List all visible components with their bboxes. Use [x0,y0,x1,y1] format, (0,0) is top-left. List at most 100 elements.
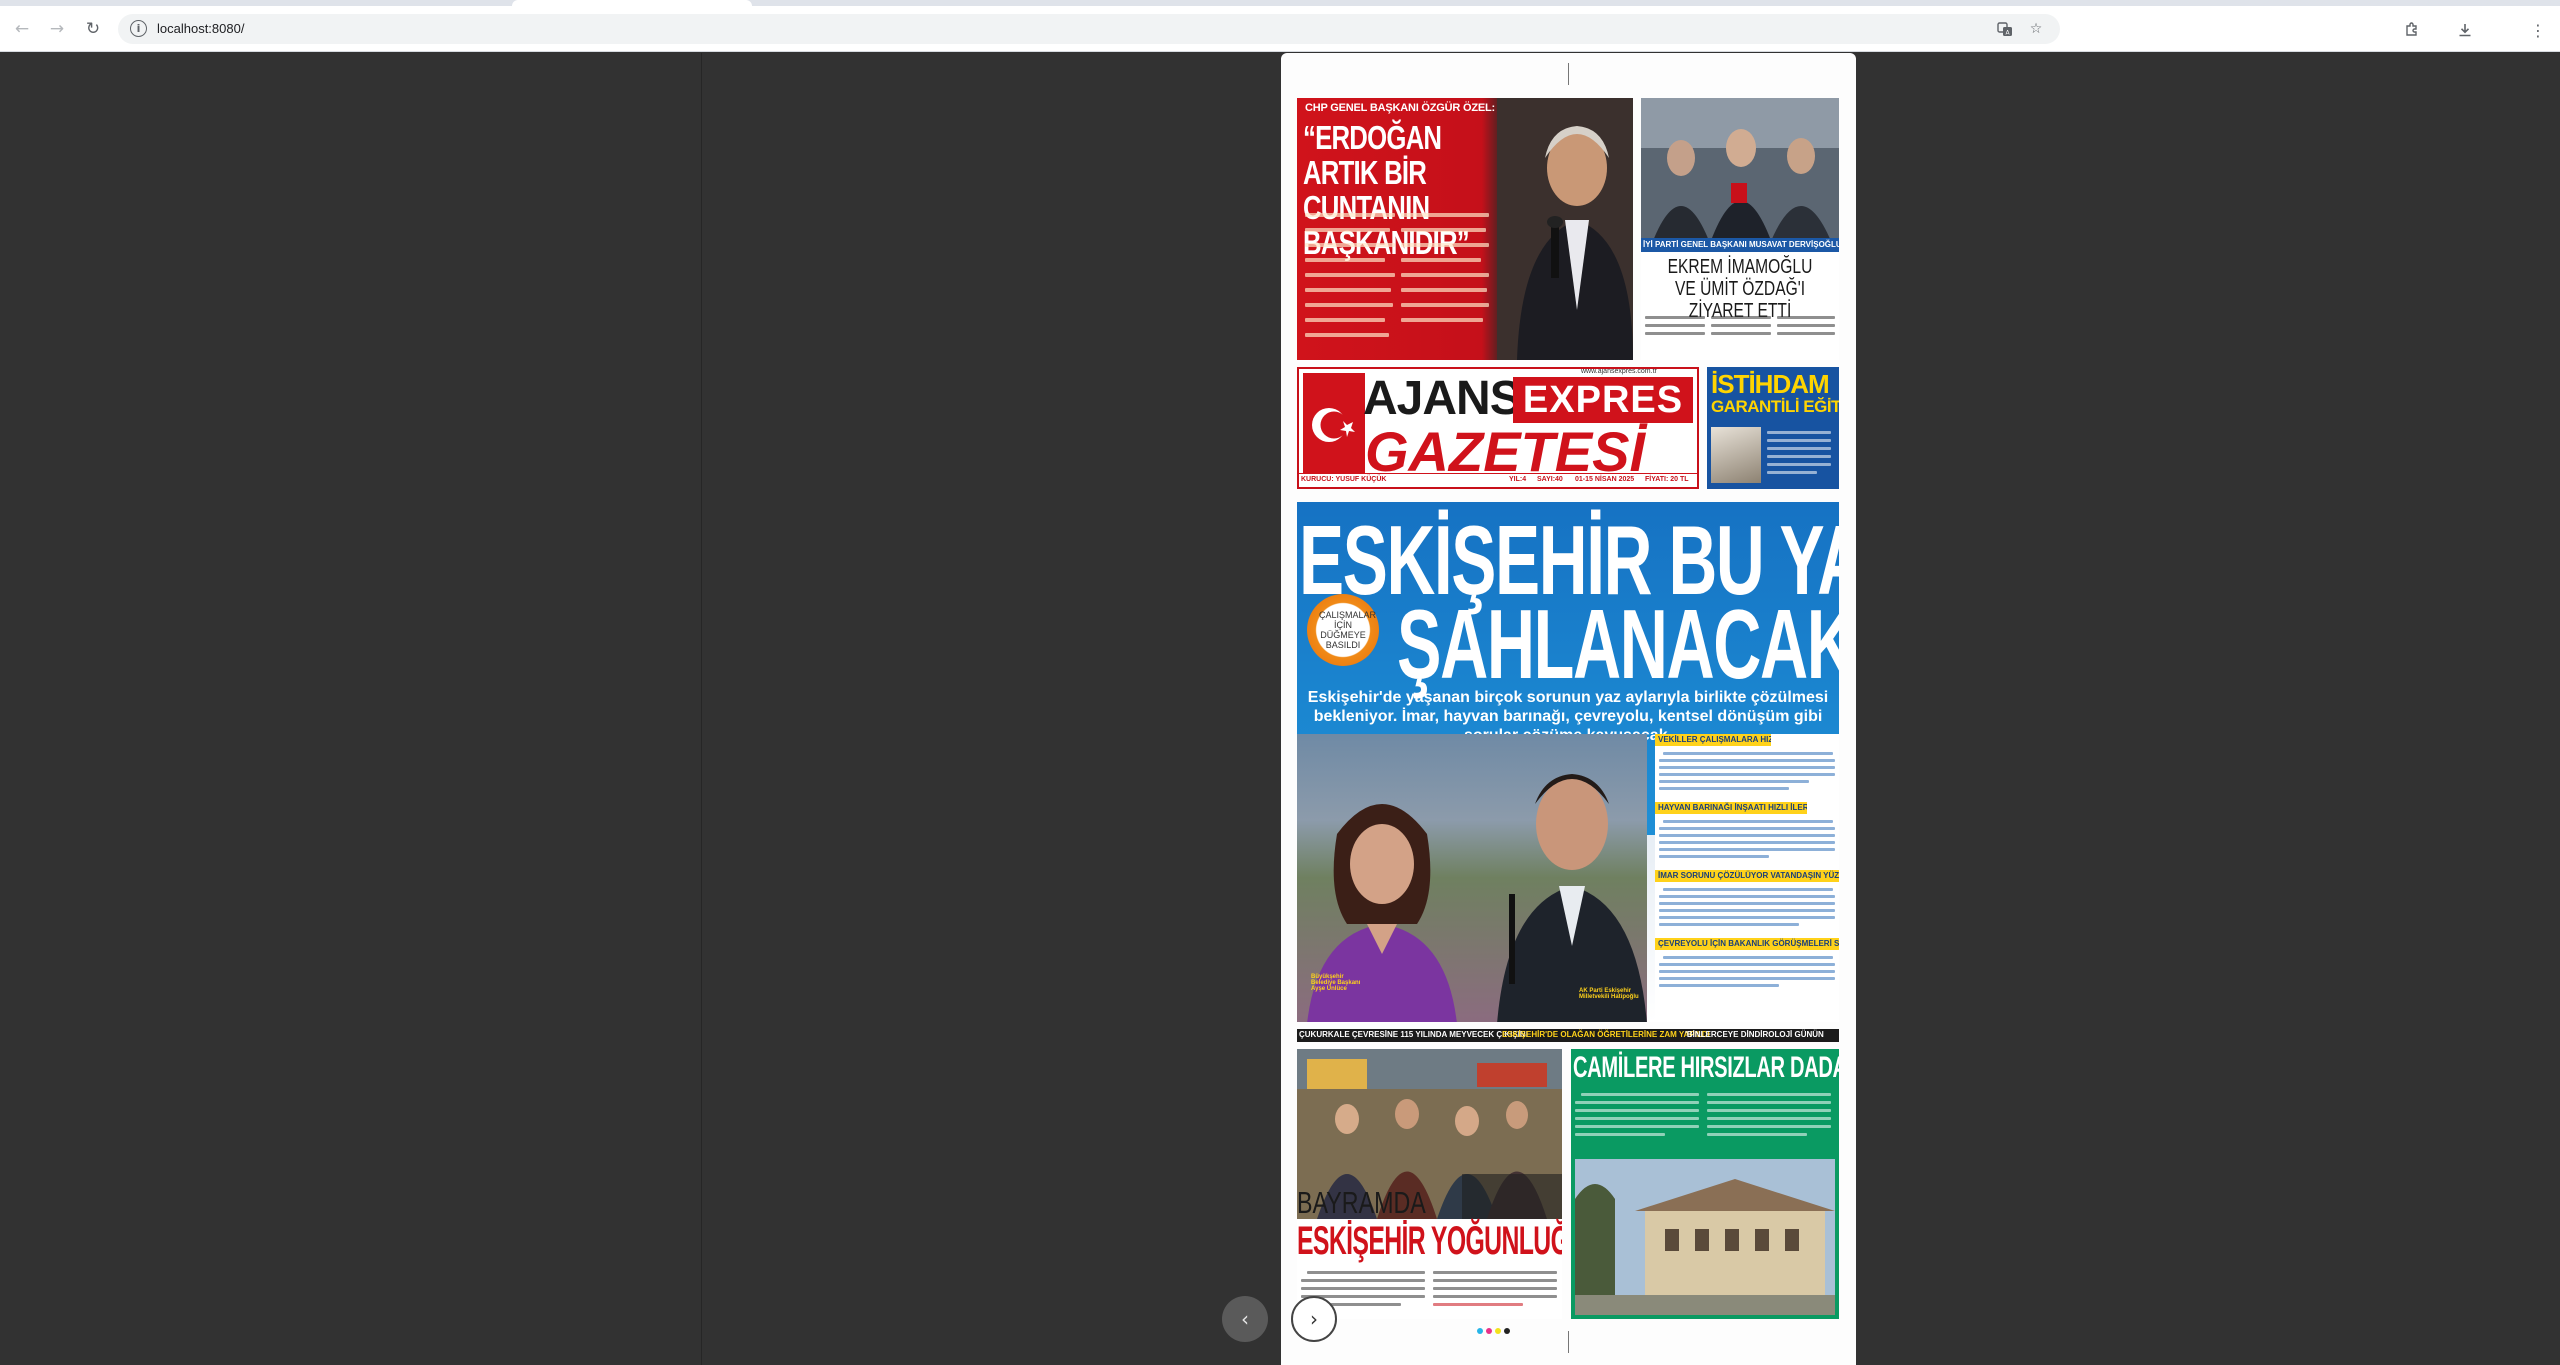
photo-caption-left: Büyükşehir Belediye Başkanı Ayşe Ünlüce [1311,974,1361,992]
istihdam-title: İSTİHDAM [1711,369,1830,399]
text-line [1305,258,1385,262]
text-line [1581,1093,1699,1096]
kebab-menu-icon[interactable]: ⋮ [2526,18,2550,42]
text-line [1777,332,1835,335]
text-line [1433,1271,1557,1274]
text-line [1575,1133,1665,1136]
text-line [1401,228,1486,232]
story-kicker: CHP GENEL BAŞKANI ÖZGÜR ÖZEL: [1305,102,1495,114]
text-line [1707,1109,1831,1112]
address-bar[interactable]: i localhost:8080/ A ☆ [118,14,2060,44]
text-line [1645,316,1705,319]
text-line [1767,431,1831,434]
info-icon[interactable]: i [130,20,147,37]
text-line [1305,273,1395,277]
subhead: HAYVAN BARINAĞI İNŞAATI HIZLI İLERLİYOR [1655,802,1807,814]
text-line [1401,303,1489,307]
main-story[interactable]: ESKİŞEHİR BU YAZ ŞAHLANACAK! ÇALIŞMALAR … [1297,502,1839,1022]
main-story-badge: ÇALIŞMALAR İÇİN DÜĞMEYE BASILDI [1307,594,1379,666]
photo-caption: İYİ PARTİ GENEL BAŞKANI MUSAVAT DERVİŞOĞ… [1641,238,1839,252]
registration-mark-bottom [1568,1331,1569,1353]
page-divider [701,53,702,1365]
text-line [1767,455,1831,458]
text-line [1707,1117,1831,1120]
text-line [1301,1279,1425,1282]
turkish-flag-icon [1303,373,1365,473]
masthead-word-ajans: AJANS [1363,372,1522,425]
text-line [1663,752,1833,755]
text-line [1659,916,1835,919]
masthead-word-expres: EXPRES [1513,377,1693,423]
story-headline: EKREM İMAMOĞLU VE ÜMİT ÖZDAĞ'I ZİYARET E… [1667,256,1813,322]
subhead: İMAR SORUNU ÇÖZÜLÜYOR VATANDAŞIN YÜZÜ GÜ… [1655,870,1839,882]
text-line [1575,1125,1699,1128]
istihdam-box[interactable]: İSTİHDAM GARANTİLİ EĞİTİM [1707,367,1839,489]
main-headline-line2: ŞAHLANACAK! [1397,589,1839,699]
text-line [1659,977,1835,980]
text-line [1401,273,1489,277]
text-line [1707,1093,1831,1096]
url-text[interactable]: localhost:8080/ [157,21,244,36]
browser-toolbar: ← → ↻ i localhost:8080/ A ☆ ⋮ [0,6,2560,52]
newspaper-page[interactable]: CHP GENEL BAŞKANI ÖZGÜR ÖZEL: “ERDOĞAN A… [1281,53,1856,1365]
text-line [1659,773,1835,776]
text-line [1575,1117,1699,1120]
story-headline: CAMİLERE HIRSIZLAR DADANDI [1573,1051,1839,1084]
text-line [1711,316,1771,319]
text-line [1659,787,1789,790]
text-line [1659,895,1835,898]
text-line [1659,909,1835,912]
subhead: ÇEVREYOLU İÇİN BAKANLIK GÖRÜŞMELERİ SÜRÜ… [1655,938,1839,950]
print-color-dots [1477,1328,1510,1334]
download-icon[interactable] [2453,18,2477,42]
translate-icon[interactable]: A [1994,19,2016,39]
arrow-left-icon[interactable]: ← [9,16,35,42]
text-line [1767,447,1831,450]
text-line [1659,834,1835,837]
masthead-issue: SAYI:40 [1537,476,1563,483]
text-line [1401,258,1481,262]
masthead-info-bar: KURUCU: YUSUF KÜÇÜK YIL:4 SAYI:40 01-15 … [1299,473,1697,487]
print-dot [1495,1328,1501,1334]
flipbook-viewer: CHP GENEL BAŞKANI ÖZGÜR ÖZEL: “ERDOĞAN A… [0,53,2560,1365]
text-line [1305,288,1391,292]
text-line [1767,463,1831,466]
story-bottom-left[interactable]: BAYRAMDA ESKİŞEHİR YOĞUNLUĞU [1297,1049,1562,1319]
masthead: AJANS EXPRES GAZETESİ www.ajansexpres.co… [1297,367,1699,489]
text-line [1433,1287,1557,1290]
istihdam-photo [1711,427,1761,483]
story-headline: “ERDOĞAN ARTIK BİR CUNTANIN BAŞKANIDIR” [1303,119,1470,261]
ticker-item: ÇUKURKALE ÇEVRESİNE 115 YILINDA MEYVECEK… [1299,1030,1528,1039]
text-line [1707,1125,1831,1128]
text-line [1401,243,1489,247]
text-line [1659,827,1835,830]
masthead-website: www.ajansexpres.com.tr [1581,368,1657,375]
text-line [1305,228,1390,232]
text-line [1659,923,1799,926]
text-line [1777,316,1835,319]
chevron-right-icon[interactable]: › [1291,1296,1337,1342]
text-line [1659,780,1809,783]
main-story-photo: Büyükşehir Belediye Başkanı Ayşe Ünlüce … [1297,734,1647,1022]
text-line [1305,243,1395,247]
print-dot [1477,1328,1483,1334]
badge-text: ÇALIŞMALAR İÇİN DÜĞMEYE BASILDI [1319,610,1377,650]
text-line [1659,902,1835,905]
arrow-right-icon[interactable]: → [44,16,70,42]
reload-icon[interactable]: ↻ [80,16,106,42]
story-bottom-right[interactable]: CAMİLERE HIRSIZLAR DADANDI [1571,1049,1839,1319]
story-top-right[interactable]: İYİ PARTİ GENEL BAŞKANI MUSAVAT DERVİŞOĞ… [1641,98,1839,360]
text-line [1707,1101,1831,1104]
text-line [1663,888,1833,891]
star-icon[interactable]: ☆ [2025,19,2047,39]
masthead-year: YIL:4 [1509,476,1527,483]
chevron-left-icon[interactable]: ‹ [1222,1296,1268,1342]
text-line [1659,766,1835,769]
news-ticker: ÇUKURKALE ÇEVRESİNE 115 YILINDA MEYVECEK… [1297,1029,1839,1042]
text-line [1663,956,1833,959]
text-line [1659,855,1769,858]
main-story-sidebar: VEKİLLER ÇALIŞMALARA HIZ VERDİ HAYVAN BA… [1655,734,1839,1022]
puzzle-icon[interactable] [2400,18,2424,42]
registration-mark-top [1568,63,1569,85]
story-top-left[interactable]: CHP GENEL BAŞKANI ÖZGÜR ÖZEL: “ERDOĞAN A… [1297,98,1633,360]
